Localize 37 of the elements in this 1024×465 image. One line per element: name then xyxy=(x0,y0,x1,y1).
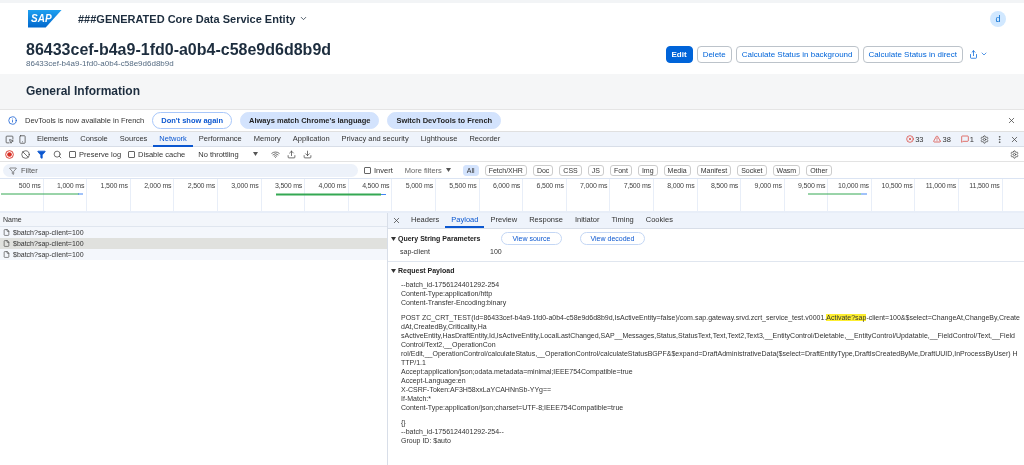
app-title-menu[interactable]: ###GENERATED Core Data Service Entity xyxy=(78,12,309,25)
caret-icon xyxy=(252,152,258,156)
caret-icon xyxy=(445,168,451,172)
action-button[interactable]: Calculate Status in direct xyxy=(862,45,963,63)
inspect-icon[interactable] xyxy=(5,134,14,144)
info-icon xyxy=(8,116,17,125)
chevron-down-icon xyxy=(980,50,988,58)
share-icon xyxy=(969,49,978,59)
section-title: General Information xyxy=(26,84,142,98)
record-icon[interactable] xyxy=(5,149,14,159)
object-title: 86433cef-b4a9-1fd0-a0b4-c58e9d6d8b9d xyxy=(26,40,332,59)
caret-icon[interactable] xyxy=(391,236,396,241)
clear-icon[interactable] xyxy=(21,149,30,159)
user-avatar[interactable]: d xyxy=(990,10,1006,27)
close-icon[interactable] xyxy=(1010,134,1019,144)
close-icon[interactable] xyxy=(1007,116,1016,125)
upload-icon[interactable] xyxy=(286,149,296,159)
search-icon[interactable] xyxy=(53,149,62,159)
device-toolbar-icon[interactable] xyxy=(18,134,27,144)
file-icon xyxy=(3,229,10,236)
object-subtitle: 86433cef-b4a9-1fd0-a0b4-c58e9d6d8b9d xyxy=(26,58,175,68)
file-icon xyxy=(3,251,10,258)
settings-icon[interactable] xyxy=(1010,149,1019,159)
caret-icon[interactable] xyxy=(391,268,396,273)
network-conditions-icon[interactable] xyxy=(270,149,280,159)
chevron-down-icon xyxy=(299,14,309,23)
action-button[interactable]: Edit xyxy=(665,45,693,63)
filter-icon[interactable] xyxy=(37,149,46,159)
action-button[interactable]: Delete xyxy=(696,45,732,63)
settings-icon[interactable] xyxy=(980,134,989,144)
download-icon[interactable] xyxy=(302,149,312,159)
more-menu-icon[interactable] xyxy=(995,134,1004,144)
sap-logo[interactable]: SAP xyxy=(28,9,62,28)
file-icon xyxy=(3,240,10,247)
filter-icon xyxy=(9,166,17,175)
close-icon[interactable] xyxy=(392,216,401,225)
action-button[interactable]: Calculate Status in background xyxy=(735,45,859,63)
